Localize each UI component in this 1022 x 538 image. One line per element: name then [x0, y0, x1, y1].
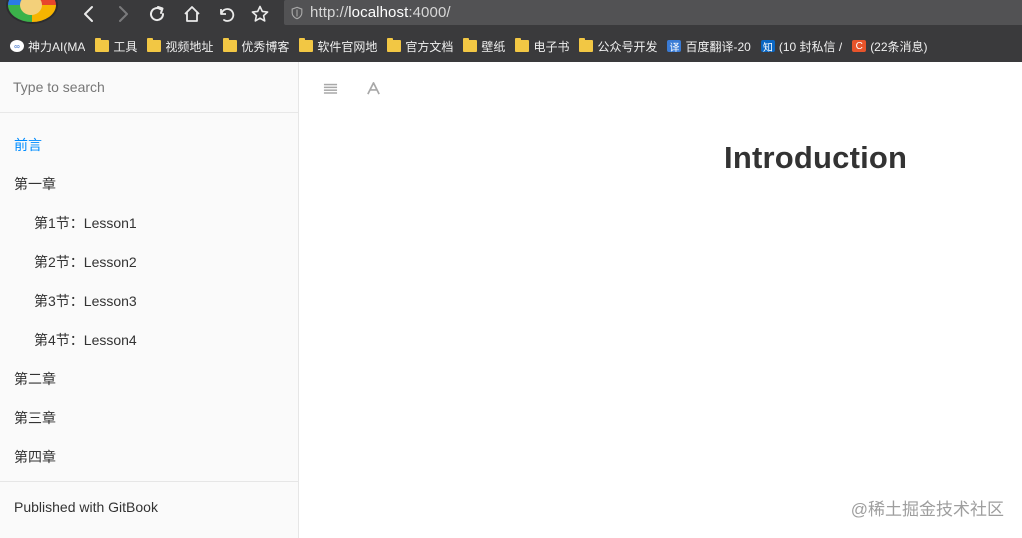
bookmark-item[interactable]: 壁纸 — [463, 38, 505, 55]
book-summary-sidebar: 前言第一章第1节：Lesson1第2节：Lesson2第3节：Lesson3第4… — [0, 62, 299, 538]
back-arrow-icon — [84, 6, 93, 22]
forward-arrow-icon — [119, 6, 128, 22]
bookmark-item[interactable]: 优秀博客 — [223, 38, 289, 55]
reload-icon — [150, 6, 165, 22]
toc-section-item[interactable]: 第1节：Lesson1 — [0, 203, 298, 242]
folder-icon — [463, 38, 478, 52]
bookmark-label: (22条消息) — [870, 39, 928, 54]
url-text: http://localhost:4000/ — [310, 4, 451, 21]
back-button[interactable] — [76, 2, 102, 26]
bookmark-item[interactable]: 译百度翻译-20 — [667, 38, 751, 55]
toc-chapter-item[interactable]: 第二章 — [0, 359, 298, 398]
bookmark-item[interactable]: 官方文档 — [387, 38, 453, 55]
bookmark-label: 神力AI(MA — [28, 39, 86, 54]
forward-button[interactable] — [110, 2, 136, 26]
folder-icon — [299, 38, 314, 52]
bookmark-item[interactable]: 公众号开发 — [579, 38, 657, 55]
bookmark-label: 视频地址 — [165, 39, 214, 54]
translate-icon: 译 — [667, 40, 682, 54]
undo-icon — [220, 8, 235, 22]
toc-section-item[interactable]: 第3节：Lesson3 — [0, 281, 298, 320]
home-icon — [184, 6, 200, 22]
reload-button[interactable] — [144, 2, 170, 26]
bookmark-item[interactable]: 视频地址 — [147, 38, 213, 55]
folder-icon — [387, 38, 402, 52]
undo-button[interactable] — [213, 2, 239, 26]
folder-icon — [579, 38, 594, 52]
folder-icon — [515, 38, 530, 52]
toc-section-item[interactable]: 第2节：Lesson2 — [0, 242, 298, 281]
sidebar-divider — [0, 481, 298, 482]
font-settings-button[interactable] — [363, 78, 383, 98]
bookmark-item[interactable]: ∞ 神力AI(MA — [10, 38, 85, 55]
folder-icon — [147, 38, 162, 52]
bookmark-star-button[interactable] — [247, 2, 273, 26]
csdn-icon: C — [852, 40, 867, 52]
home-button[interactable] — [179, 2, 205, 26]
search-input[interactable] — [13, 79, 273, 95]
bookmark-label: 电子书 — [533, 39, 570, 54]
address-bar[interactable]: http://localhost:4000/ — [284, 0, 1022, 25]
bookmark-item[interactable]: 软件官网地 — [299, 38, 377, 55]
bookmark-label: 壁纸 — [481, 39, 506, 54]
book-body: Introduction @稀土掘金技术社区 — [300, 62, 1022, 538]
folder-icon — [95, 38, 110, 52]
published-with-gitbook-link[interactable]: Published with GitBook — [14, 499, 158, 515]
bookmark-item[interactable]: 电子书 — [515, 38, 569, 55]
table-of-contents: 前言 第一章 第1节：Lesson1 第2节：Lesson2 第3节：Lesson3 第4… — [0, 113, 298, 476]
font-settings-icon — [366, 81, 380, 95]
bookmark-item[interactable]: C (22条消息) — [852, 38, 928, 55]
zhihu-icon: 知 — [760, 40, 775, 54]
browser-logo-icon[interactable] — [8, 0, 56, 22]
toc-section-item[interactable]: 第4节：Lesson4 — [0, 320, 298, 359]
watermark: @稀土掘金技术社区 — [850, 500, 1004, 519]
browser-toolbar: http://localhost:4000/ — [0, 0, 1022, 30]
bookmark-label: 工具 — [113, 39, 138, 54]
toc-chapter-item[interactable]: 第一章 — [0, 164, 298, 203]
toc-chapter-item[interactable]: 第四章 — [0, 437, 298, 476]
shenli-icon: ∞ — [10, 40, 24, 52]
toc-chapter-item[interactable]: 第三章 — [0, 398, 298, 437]
folder-icon — [223, 38, 238, 52]
toggle-sidebar-button[interactable] — [320, 78, 340, 98]
bookmark-label: (10 封私信 / — [778, 39, 843, 54]
bookmark-label: 优秀博客 — [241, 39, 290, 54]
hamburger-icon — [323, 83, 337, 94]
star-icon — [251, 5, 269, 22]
bookmark-label: 公众号开发 — [597, 39, 658, 54]
bookmark-label: 官方文档 — [405, 39, 454, 54]
bookmark-item[interactable]: 工具 — [95, 38, 137, 55]
bookmark-label: 百度翻译-20 — [685, 39, 751, 54]
page-title: Introduction — [724, 140, 908, 175]
bookmark-label: 软件官网地 — [317, 39, 378, 54]
toc-chapter-item[interactable]: 前言 — [0, 125, 298, 164]
shield-icon — [284, 0, 310, 25]
bookmarks-bar: ∞ 神力AI(MA 工具 视频地址 优秀博客 软件官网地 官方文档 壁纸 电子书 公众号开发译百度… — [0, 30, 1022, 62]
search-box — [0, 62, 298, 113]
bookmark-item[interactable]: 知 (10 封私信 / — [760, 38, 843, 55]
